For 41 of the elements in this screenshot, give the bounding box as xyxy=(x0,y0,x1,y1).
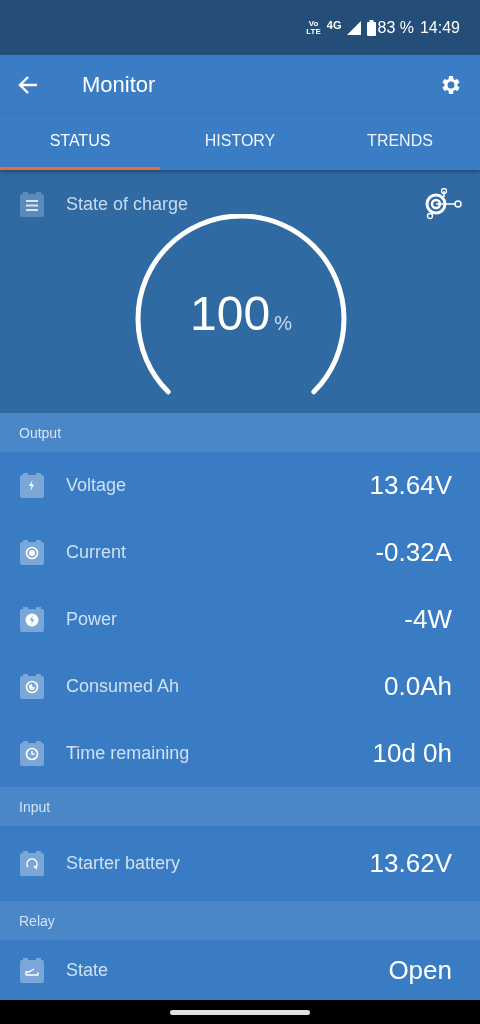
row-value: -0.32A xyxy=(375,537,452,568)
row-value: -4W xyxy=(404,604,452,635)
battery-icon xyxy=(20,607,44,632)
network-nodes-icon[interactable] xyxy=(424,188,462,220)
row-label: Voltage xyxy=(66,475,128,496)
network-type: 4G xyxy=(326,18,342,31)
row-value: Open xyxy=(388,954,452,986)
row-label: Consumed Ah xyxy=(66,676,181,697)
volte-label: LTE xyxy=(306,27,321,36)
section-header: Input xyxy=(0,787,480,826)
row-value: 10d 0h xyxy=(372,738,452,769)
row-value: 0.0Ah xyxy=(384,671,452,702)
row-label: Time remaining xyxy=(66,743,191,764)
signal-icon xyxy=(347,20,362,35)
gauge-label: State of charge xyxy=(66,193,190,215)
section-header: Output xyxy=(0,413,480,452)
battery-icon xyxy=(20,957,44,983)
section-header: Relay xyxy=(0,901,480,940)
battery-percent: 83 % xyxy=(377,18,414,37)
battery-icon xyxy=(367,19,377,36)
battery-icon xyxy=(20,473,44,498)
clock-time: 14:49 xyxy=(419,18,460,37)
tab[interactable]: HISTORY xyxy=(160,115,320,170)
tab[interactable]: TRENDS xyxy=(320,115,480,170)
home-handle[interactable] xyxy=(170,1009,310,1015)
row-label: Power xyxy=(66,609,119,630)
battery-icon xyxy=(20,741,44,766)
battery-icon xyxy=(20,540,44,565)
row-label: State xyxy=(66,959,110,981)
charge-unit: % xyxy=(274,312,292,335)
row-label: Starter battery xyxy=(66,853,182,874)
row-value: 13.62V xyxy=(369,848,452,879)
row-label: Current xyxy=(66,542,128,563)
charge-value: 100 xyxy=(190,286,271,341)
screen-title: Monitor xyxy=(82,72,157,98)
back-arrow-icon[interactable] xyxy=(18,76,38,94)
row-value: 13.64V xyxy=(369,470,452,501)
battery-icon xyxy=(20,851,44,876)
volte-label: Vo xyxy=(308,19,319,28)
battery-list-icon xyxy=(20,191,44,217)
battery-icon xyxy=(20,674,44,699)
